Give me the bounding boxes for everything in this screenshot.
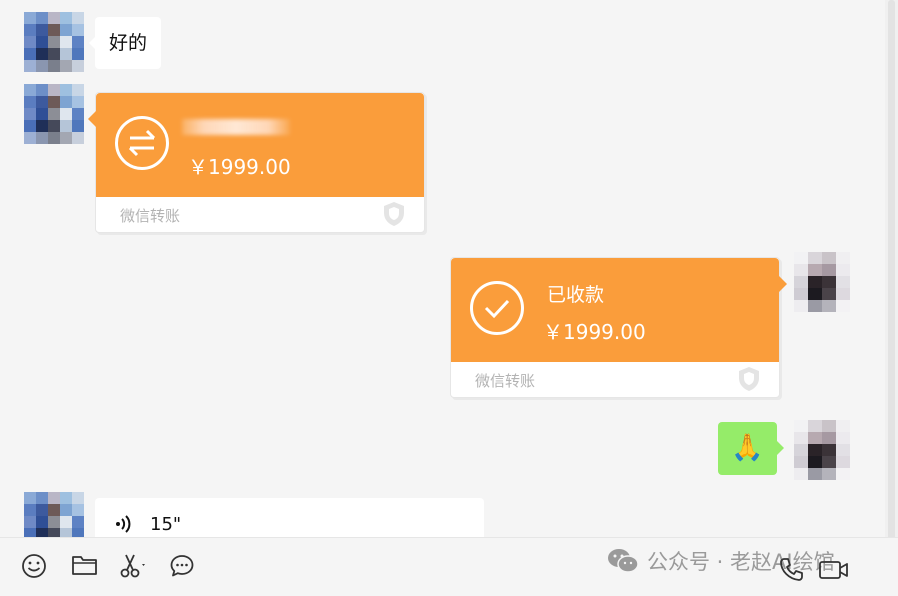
phone-icon[interactable] xyxy=(778,556,804,582)
message-bubble-emoji[interactable]: 🙏 xyxy=(718,422,784,475)
contact-avatar[interactable] xyxy=(24,84,84,144)
wechat-logo-icon xyxy=(608,549,639,573)
folder-icon[interactable] xyxy=(71,553,98,577)
contact-avatar[interactable] xyxy=(24,492,84,537)
emoji-icon[interactable] xyxy=(21,553,47,579)
message-text: 好的 xyxy=(109,32,148,54)
chat-bubble-icon[interactable] xyxy=(169,553,195,579)
message-bubble-voice[interactable]: 15" xyxy=(95,498,484,537)
voice-duration: 15" xyxy=(150,514,182,535)
transfer-footer-label: 微信转账 xyxy=(120,207,181,225)
self-avatar[interactable] xyxy=(794,420,850,480)
scrollbar-thumb[interactable] xyxy=(888,0,895,540)
check-icon xyxy=(470,281,524,335)
chat-scrollbar[interactable] xyxy=(885,0,898,540)
transfer-footer-label: 微信转账 xyxy=(475,372,536,390)
blurred-transfer-note xyxy=(182,119,290,135)
message-bubble-text[interactable]: 好的 xyxy=(88,17,162,69)
video-call-icon[interactable] xyxy=(818,558,850,582)
shield-icon xyxy=(739,367,759,391)
contact-avatar[interactable] xyxy=(24,12,84,72)
transfer-card-received[interactable]: 已收款 ￥1999.00 微信转账 xyxy=(450,257,787,398)
voice-wave-icon xyxy=(116,515,131,533)
watermark-text: 公众号 · 老赵AI绘馆 xyxy=(647,550,835,574)
shield-icon xyxy=(384,202,404,226)
transfer-card-incoming[interactable]: ￥1999.00 微信转账 xyxy=(88,92,425,233)
transfer-amount: ￥1999.00 xyxy=(543,320,646,344)
transfer-arrows-icon xyxy=(115,116,169,170)
chat-area: 好的 ￥1999.00 微信转账 已收款 ￥1999.00 微信转账 🙏 15" xyxy=(0,0,885,537)
folded-hands-emoji: 🙏 xyxy=(731,433,764,463)
scissors-icon[interactable] xyxy=(119,553,149,579)
input-toolbar: 公众号 · 老赵AI绘馆 xyxy=(0,537,898,596)
self-avatar[interactable] xyxy=(794,252,850,312)
transfer-amount: ￥1999.00 xyxy=(188,155,291,179)
transfer-status-title: 已收款 xyxy=(547,284,605,306)
